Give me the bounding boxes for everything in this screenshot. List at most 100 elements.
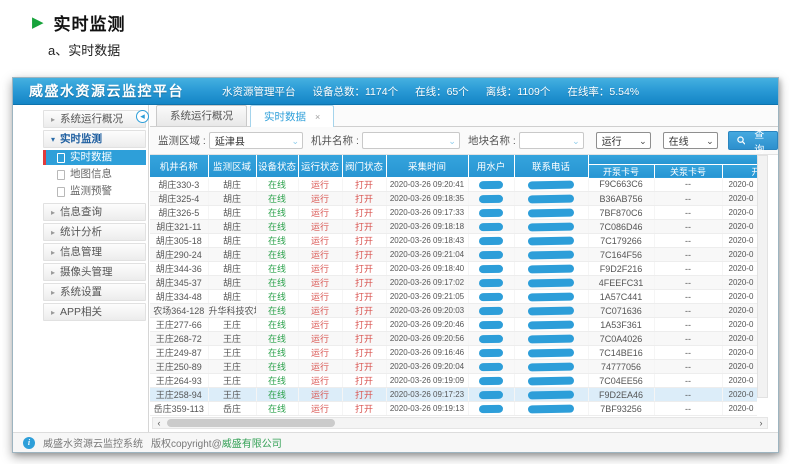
region-select-value: 延津县: [215, 133, 245, 148]
sidebar-group-item[interactable]: ▸APP相关: [43, 303, 146, 321]
cell-phone: [514, 346, 588, 360]
cell-water-user: [468, 248, 514, 262]
cell-open-card: 7C14BE16: [588, 346, 654, 360]
table-row[interactable]: 王庄268-72王庄在线运行打开2020-03-26 09:20:567C0A4…: [150, 332, 757, 346]
block-select[interactable]: ⌄: [519, 132, 584, 149]
table-row[interactable]: 胡庄334-48胡庄在线运行打开2020-03-26 09:21:051A57C…: [150, 290, 757, 304]
sidebar-sub-item[interactable]: 监测预警: [43, 184, 146, 199]
tab-close-icon[interactable]: ×: [315, 107, 320, 127]
cell-well-name: 胡庄330-3: [150, 178, 208, 192]
search-button[interactable]: 查询: [728, 131, 778, 150]
sidebar-group-item[interactable]: ▸摄像头管理: [43, 263, 146, 281]
redacted-user-scribble: [479, 405, 503, 413]
table-row[interactable]: 胡庄345-37胡庄在线运行打开2020-03-26 09:17:024FEEF…: [150, 276, 757, 290]
table-row[interactable]: 胡庄325-4胡庄在线运行打开2020-03-26 09:18:35B36AB7…: [150, 192, 757, 206]
table-row[interactable]: 胡庄305-18胡庄在线运行打开2020-03-26 09:18:437C179…: [150, 234, 757, 248]
cell-collect-time: 2020-03-26 09:17:23: [386, 388, 468, 402]
document-icon: [57, 170, 65, 180]
cell-valve-status: 打开: [342, 332, 386, 346]
cell-valve-status: 打开: [342, 220, 386, 234]
sidebar-collapse-icon[interactable]: ◂: [136, 110, 149, 123]
run-status-select[interactable]: 运行 ⌄: [596, 132, 651, 149]
table-row[interactable]: 胡庄330-3胡庄在线运行打开2020-03-26 09:20:41F9C663…: [150, 178, 757, 192]
scroll-left-arrow-icon[interactable]: ‹: [153, 418, 165, 428]
sidebar-group-item[interactable]: ▸统计分析: [43, 223, 146, 241]
cell-water-user: [468, 304, 514, 318]
cell-open-time: 2020-0: [722, 234, 757, 248]
cell-open-time: 2020-0: [722, 346, 757, 360]
cell-open-card: F9D2EA46: [588, 388, 654, 402]
cell-device-status: 在线: [256, 192, 298, 206]
cell-open-card: 7C164F56: [588, 248, 654, 262]
cell-well-name: 农场364-128: [150, 304, 208, 318]
cell-open-time: 2020-0: [722, 374, 757, 388]
cell-phone: [514, 388, 588, 402]
table-row[interactable]: 胡庄290-24胡庄在线运行打开2020-03-26 09:21:047C164…: [150, 248, 757, 262]
sidebar-sub-item[interactable]: 地图信息: [43, 167, 146, 182]
scrollbar-thumb[interactable]: [167, 419, 335, 427]
redacted-user-scribble: [479, 349, 503, 357]
cell-valve-status: 打开: [342, 248, 386, 262]
cell-water-user: [468, 276, 514, 290]
sidebar: ▸系统运行概况 ▾实时监测实时数据地图信息监测预警 ▸信息查询 ▸统计分析 ▸信息管理 ▸…: [13, 105, 149, 432]
col-open-time-clipped: 开: [722, 164, 757, 178]
cell-close-card: --: [654, 304, 722, 318]
table-row[interactable]: 王庄258-94王庄在线运行打开2020-03-26 09:17:23F9D2E…: [150, 388, 757, 402]
sidebar-group-item[interactable]: ▸系统运行概况: [43, 110, 146, 128]
cell-phone: [514, 206, 588, 220]
region-filter-label: 监测区域 :: [158, 133, 206, 148]
table-row[interactable]: 王庄249-87王庄在线运行打开2020-03-26 09:16:467C14B…: [150, 346, 757, 360]
redacted-user-scribble: [479, 335, 503, 343]
region-select[interactable]: 延津县 ⌄: [209, 132, 303, 149]
cell-run-status: 运行: [298, 234, 342, 248]
cell-valve-status: 打开: [342, 276, 386, 290]
cell-collect-time: 2020-03-26 09:18:18: [386, 220, 468, 234]
cell-close-card: --: [654, 318, 722, 332]
tab-label: 系统运行概况: [170, 106, 233, 126]
col-phone: 联系电话: [514, 155, 588, 178]
cell-open-time: 2020-0: [722, 248, 757, 262]
sidebar-group-item[interactable]: ▸系统设置: [43, 283, 146, 301]
cell-collect-time: 2020-03-26 09:17:02: [386, 276, 468, 290]
table-row[interactable]: 胡庄321-11胡庄在线运行打开2020-03-26 09:18:187C086…: [150, 220, 757, 234]
sidebar-group-item[interactable]: ▾实时监测: [43, 130, 146, 148]
table-row[interactable]: 农场364-128升华科技农场在线运行打开2020-03-26 09:20:03…: [150, 304, 757, 318]
online-status-select[interactable]: 在线 ⌄: [663, 132, 718, 149]
well-select[interactable]: ⌄: [362, 132, 460, 149]
run-status-value: 运行: [602, 133, 622, 148]
table-row[interactable]: 王庄264-93王庄在线运行打开2020-03-26 09:19:097C04E…: [150, 374, 757, 388]
sidebar-group-label: 实时监测: [60, 133, 102, 145]
scrollbar-track[interactable]: [165, 418, 755, 428]
cell-well-name: 胡庄305-18: [150, 234, 208, 248]
table-row[interactable]: 王庄250-89王庄在线运行打开2020-03-26 09:20:0474777…: [150, 360, 757, 374]
chevron-right-icon: ▸: [51, 268, 55, 277]
cell-collect-time: 2020-03-26 09:20:56: [386, 332, 468, 346]
table-row[interactable]: 胡庄344-36胡庄在线运行打开2020-03-26 09:18:40F9D2F…: [150, 262, 757, 276]
cell-device-status: 在线: [256, 276, 298, 290]
redacted-phone-scribble: [528, 181, 574, 190]
cell-device-status: 在线: [256, 262, 298, 276]
cell-region: 王庄: [208, 374, 256, 388]
cell-region: 胡庄: [208, 262, 256, 276]
cell-open-card: 7C086D46: [588, 220, 654, 234]
cell-open-card: 7C04EE56: [588, 374, 654, 388]
cell-open-card: 7C0A4026: [588, 332, 654, 346]
tab-item[interactable]: 实时数据×: [250, 105, 334, 127]
cell-device-status: 在线: [256, 318, 298, 332]
sidebar-group-item[interactable]: ▸信息管理: [43, 243, 146, 261]
table-row[interactable]: 岳庄359-113岳庄在线运行打开2020-03-26 09:19:137BF9…: [150, 402, 757, 416]
col-run-status: 运行状态: [298, 155, 342, 178]
sidebar-sub-item[interactable]: 实时数据: [43, 150, 146, 165]
vertical-scrollbar[interactable]: [757, 155, 768, 398]
cell-well-name: 胡庄344-36: [150, 262, 208, 276]
cell-device-status: 在线: [256, 290, 298, 304]
cell-close-card: --: [654, 262, 722, 276]
table-row[interactable]: 胡庄326-5胡庄在线运行打开2020-03-26 09:17:337BF870…: [150, 206, 757, 220]
redacted-user-scribble: [479, 377, 503, 385]
scroll-right-arrow-icon[interactable]: ›: [755, 418, 767, 428]
redacted-phone-scribble: [528, 265, 574, 274]
redacted-phone-scribble: [528, 279, 574, 288]
tab-item[interactable]: 系统运行概况: [156, 105, 247, 126]
sidebar-group-item[interactable]: ▸信息查询: [43, 203, 146, 221]
table-row[interactable]: 王庄277-66王庄在线运行打开2020-03-26 09:20:461A53F…: [150, 318, 757, 332]
